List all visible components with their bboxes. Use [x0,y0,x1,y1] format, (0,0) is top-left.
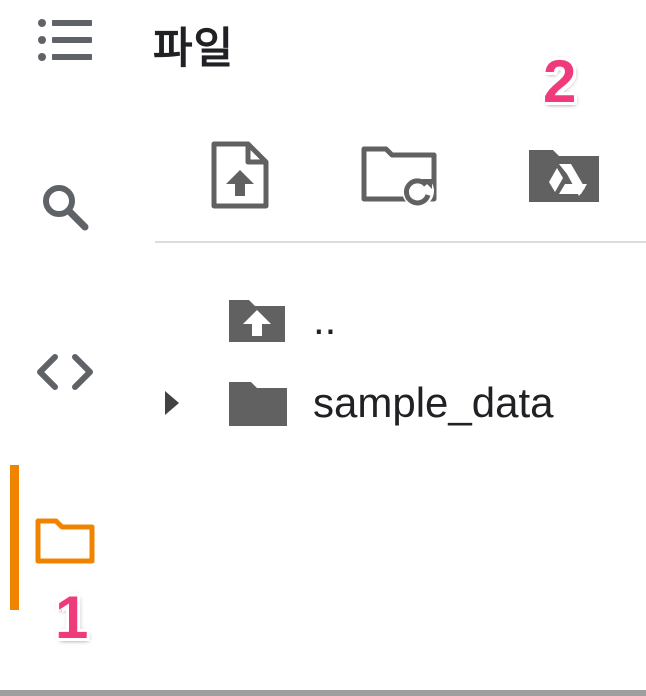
search-icon [43,185,89,231]
mount-drive-button[interactable] [524,135,604,215]
sidebar-item-table-of-contents[interactable] [20,0,110,85]
list-icon [38,19,92,61]
folder-up-icon [229,300,285,342]
annotation-badge-2: 2 [543,48,577,115]
folder-refresh-icon [361,146,436,207]
panel-title: 파일 [153,24,235,74]
chevron-right-icon[interactable] [161,389,181,417]
file-row-sample-data[interactable]: sample_data [155,373,554,433]
drive-folder-icon [529,150,599,202]
bottom-border [0,690,646,696]
upload-file-button[interactable] [200,135,280,215]
folder-icon [35,518,95,564]
code-icon [37,354,93,390]
file-label: .. [313,296,337,343]
toolbar-divider [155,241,646,243]
folder-icon [229,382,287,426]
sidebar-item-code-snippets[interactable] [20,327,110,417]
active-indicator [10,465,19,610]
file-row-parent[interactable]: .. [155,290,336,350]
sidebar-item-files[interactable] [20,495,110,585]
file-upload-icon [211,141,269,209]
sidebar-item-search[interactable] [20,162,110,252]
file-label: sample_data [313,379,554,426]
annotation-badge-1: 1 [55,584,89,651]
refresh-button[interactable] [357,135,442,215]
